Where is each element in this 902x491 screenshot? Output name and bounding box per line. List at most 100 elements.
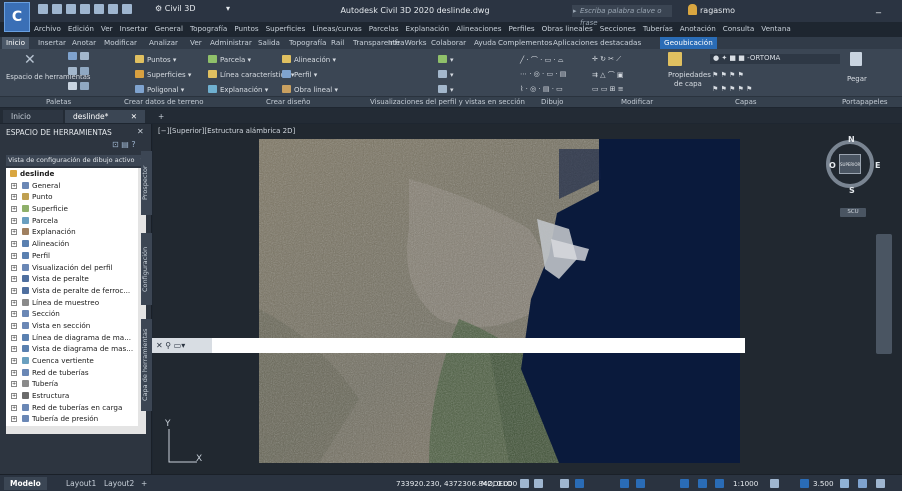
- tree-item[interactable]: + Vista en sección: [6, 320, 138, 332]
- print-icon[interactable]: [94, 4, 104, 14]
- menu-item[interactable]: General: [155, 24, 183, 36]
- tree-item[interactable]: + Perfil: [6, 250, 138, 262]
- drawing-canvas[interactable]: [−][Superior][Estructura alámbrica 2D] Y…: [153, 124, 902, 474]
- expand-icon[interactable]: +: [11, 252, 17, 259]
- tree-item[interactable]: + General: [6, 180, 138, 192]
- tree-item[interactable]: + Estructura: [6, 390, 138, 402]
- tree-item[interactable]: + Línea de diagrama de ma...: [6, 332, 138, 344]
- layer-properties-button[interactable]: Propiedades: [668, 71, 711, 79]
- menu-item[interactable]: Ventana: [761, 24, 791, 36]
- menu-item[interactable]: Parcelas: [369, 24, 399, 36]
- tree-item[interactable]: + Tubería de presión: [6, 413, 138, 425]
- expand-icon[interactable]: +: [11, 311, 17, 318]
- new-file-icon[interactable]: [38, 4, 48, 14]
- expand-icon[interactable]: +: [11, 217, 17, 224]
- toolspace-toolbar[interactable]: ⊡ ▤ ?: [112, 140, 136, 149]
- app-logo-icon[interactable]: C: [4, 2, 30, 32]
- menu-item[interactable]: Obras lineales: [542, 24, 593, 36]
- menu-item[interactable]: Líneas/curvas: [312, 24, 361, 36]
- isolate-objects-icon[interactable]: [800, 479, 809, 488]
- ribbon-tab[interactable]: Inicio: [2, 37, 30, 49]
- hardware-acceleration-icon[interactable]: [840, 479, 849, 488]
- ribbon-tab[interactable]: Complementos: [494, 37, 556, 49]
- palette-icons-2[interactable]: [68, 67, 92, 76]
- user-name[interactable]: ragasmo: [700, 6, 735, 15]
- command-input[interactable]: [215, 340, 735, 351]
- tree-item[interactable]: + Vista de diagrama de mas...: [6, 343, 138, 355]
- tree-item[interactable]: + Superficie: [6, 203, 138, 215]
- ribbon-tab[interactable]: Modificar: [100, 37, 141, 49]
- expand-icon[interactable]: +: [11, 346, 17, 353]
- tree-item[interactable]: + Red de tuberías: [6, 367, 138, 379]
- section-view-icon[interactable]: ▾: [438, 70, 454, 79]
- tree-item[interactable]: + Cuenca vertiente: [6, 355, 138, 367]
- ribbon-tab[interactable]: InfraWorks: [384, 37, 431, 49]
- ribbon-tab[interactable]: Insertar: [34, 37, 70, 49]
- expand-icon[interactable]: +: [11, 393, 17, 400]
- tab-prospector[interactable]: Prospector: [141, 151, 152, 215]
- menu-item[interactable]: Explanación: [405, 24, 449, 36]
- menu-item[interactable]: Secciones: [600, 24, 636, 36]
- compass-south[interactable]: S: [849, 186, 855, 195]
- corridor-button[interactable]: Obra lineal ▾: [282, 85, 338, 94]
- layout-tab-model[interactable]: Modelo: [4, 477, 47, 490]
- expand-icon[interactable]: +: [11, 334, 17, 341]
- layer-properties-button-2[interactable]: de capa: [674, 80, 702, 88]
- layer-tools-row2[interactable]: ⚑ ⚑ ⚑ ⚑ ⚑: [712, 85, 752, 93]
- new-tab-icon[interactable]: +: [150, 110, 172, 123]
- expand-icon[interactable]: +: [11, 358, 17, 364]
- expand-icon[interactable]: +: [11, 322, 17, 329]
- parcel-button[interactable]: Parcela ▾: [208, 55, 251, 64]
- ribbon-tab[interactable]: Topografía: [285, 37, 330, 49]
- traverse-button[interactable]: Poligonal ▾: [135, 85, 184, 94]
- expand-icon[interactable]: +: [11, 276, 17, 283]
- menu-item[interactable]: Superficies: [266, 24, 306, 36]
- expand-icon[interactable]: +: [11, 381, 17, 388]
- tab-configuracion[interactable]: Configuración: [141, 233, 152, 305]
- minimize-icon[interactable]: _: [876, 3, 881, 14]
- tree-item[interactable]: + Vista de peralte de ferroc...: [6, 285, 138, 297]
- otrack-icon[interactable]: [636, 479, 645, 488]
- clean-screen-icon[interactable]: [858, 479, 867, 488]
- modify-tools-row2[interactable]: ⇉ △ ⌒ ▣: [592, 70, 624, 80]
- menu-item[interactable]: Perfiles: [508, 24, 534, 36]
- model-space-toggle[interactable]: MODELO: [481, 479, 512, 488]
- ribbon-tab[interactable]: Administrar: [206, 37, 256, 49]
- menu-item[interactable]: Puntos: [234, 24, 258, 36]
- palette-icons-3[interactable]: [68, 82, 92, 91]
- expand-icon[interactable]: +: [11, 299, 17, 306]
- tree-item[interactable]: + Explanación: [6, 226, 138, 238]
- ribbon-tab[interactable]: Geoubicación: [660, 37, 717, 49]
- expand-icon[interactable]: +: [11, 229, 17, 236]
- modify-tools-row3[interactable]: ▭ ▭ ⊞ ≡: [592, 85, 624, 93]
- tree-item[interactable]: + Alineación: [6, 238, 138, 250]
- annotation-visibility-icon[interactable]: [680, 479, 689, 488]
- tools-icon[interactable]: ✕: [24, 52, 36, 68]
- points-button[interactable]: Puntos ▾: [135, 55, 176, 64]
- annotation-scale-icon[interactable]: [715, 479, 724, 488]
- layer-tools-row1[interactable]: ⚑ ⚑ ⚑ ⚑: [712, 71, 744, 79]
- menu-item[interactable]: Topografía: [190, 24, 227, 36]
- expand-icon[interactable]: +: [11, 369, 17, 376]
- save-icon[interactable]: [66, 4, 76, 14]
- compass-west[interactable]: O: [829, 161, 836, 170]
- command-line[interactable]: ✕ ⚲ ▭▾: [152, 338, 745, 353]
- ribbon-tab[interactable]: Analizar: [145, 37, 182, 49]
- layer-select[interactable]: ● ✦ ■ ■ -ORTOMA: [710, 54, 840, 64]
- annotation-scale[interactable]: 1:1000: [733, 479, 758, 488]
- ribbon-tab[interactable]: Anotar: [68, 37, 100, 49]
- osnap-icon[interactable]: [620, 479, 629, 488]
- redo-icon[interactable]: [122, 4, 132, 14]
- save-as-icon[interactable]: [80, 4, 90, 14]
- menu-item[interactable]: Ver: [101, 24, 113, 36]
- ribbon-panel-label[interactable]: Portapapeles: [842, 98, 888, 106]
- expand-icon[interactable]: +: [11, 194, 17, 201]
- add-layout-icon[interactable]: +: [135, 477, 153, 490]
- viewcube-top-face[interactable]: SUPERIOR: [839, 154, 861, 174]
- menu-item[interactable]: Consulta: [723, 24, 755, 36]
- polar-icon[interactable]: [575, 479, 584, 488]
- draw-tools-row3[interactable]: ⌇ · ◎ · ▤ · ▭: [520, 85, 563, 93]
- navigation-bar[interactable]: [876, 234, 892, 354]
- expand-icon[interactable]: +: [11, 404, 17, 411]
- undo-icon[interactable]: [108, 4, 118, 14]
